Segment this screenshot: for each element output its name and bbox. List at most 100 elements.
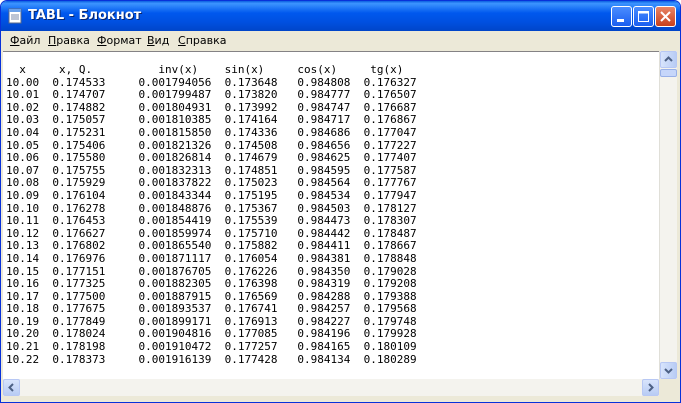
cell: 0.984227: [277, 314, 351, 328]
cell: 0.984350: [277, 264, 351, 278]
cell: 0.177151: [39, 264, 106, 278]
window-title: TABL - Блокнот: [28, 8, 142, 23]
cell: 0.174533: [39, 75, 106, 89]
cell: 0.177428: [211, 352, 278, 366]
cell: 0.001848876: [105, 201, 212, 215]
cell: 0.175057: [39, 113, 106, 127]
header-cell: cos(x): [277, 63, 351, 76]
cell: 0.984777: [277, 88, 351, 102]
scroll-left-button[interactable]: [3, 379, 20, 396]
cell: 0.984747: [277, 100, 351, 114]
cell: 0.177767: [350, 176, 417, 190]
cell: 10.18: [6, 302, 40, 316]
scroll-up-button[interactable]: [660, 51, 677, 68]
table-row: 10.22 0.178373 0.001916139 0.177428 0.98…: [6, 352, 417, 367]
cell: 0.178127: [350, 201, 417, 215]
cell: 0.176507: [350, 88, 417, 102]
cell: 0.001887915: [105, 289, 212, 303]
menu-help-label: правка: [185, 34, 227, 47]
title-bar[interactable]: TABL - Блокнот: [1, 1, 680, 31]
cell: 0.001910472: [105, 340, 212, 354]
text-content: x x, Q. inv(x) sin(x) cos(x) tg(x) 10.00…: [6, 63, 417, 367]
cell: 0.176327: [350, 75, 417, 89]
menu-view[interactable]: Вид: [147, 34, 169, 47]
cell: 0.175755: [39, 163, 106, 177]
header-cell: sin(x): [211, 63, 278, 76]
cell: 0.001794056: [105, 75, 212, 89]
horizontal-scrollbar[interactable]: [3, 379, 659, 396]
cell: 0.001876705: [105, 264, 212, 278]
menu-help-accel: С: [178, 34, 186, 47]
cell: 0.001837822: [105, 176, 212, 190]
cell: 0.984473: [277, 214, 351, 228]
size-grip[interactable]: [659, 379, 676, 396]
menu-file[interactable]: Файл: [10, 34, 40, 47]
cell: 0.176569: [211, 289, 278, 303]
cell: 0.175367: [211, 201, 278, 215]
cell: 0.001810385: [105, 113, 212, 127]
cell: 0.176453: [39, 214, 106, 228]
cell: 0.176398: [211, 277, 278, 291]
cell: 0.001799487: [105, 88, 212, 102]
cell: 0.177500: [39, 289, 106, 303]
cell: 0.175882: [211, 239, 278, 253]
menu-edit[interactable]: Правка: [48, 34, 90, 47]
cell: 0.179748: [350, 314, 417, 328]
cell: 0.984196: [277, 327, 351, 341]
cell: 10.12: [6, 226, 40, 240]
close-button[interactable]: [655, 6, 676, 27]
menu-view-accel: В: [147, 34, 155, 47]
cell: 0.173648: [211, 75, 278, 89]
menu-help[interactable]: Справка: [178, 34, 226, 47]
menu-format[interactable]: Формат: [97, 34, 142, 47]
cell: 0.178373: [39, 352, 106, 366]
cell: 0.179208: [350, 277, 417, 291]
cell: 10.22: [6, 352, 40, 366]
cell: 10.20: [6, 327, 40, 341]
header-cell: x: [6, 63, 40, 76]
cell: 0.984595: [277, 163, 351, 177]
cell: 0.001916139: [105, 352, 212, 366]
cell: 0.001871117: [105, 251, 212, 265]
cell: 0.175406: [39, 138, 106, 152]
minimize-icon: [617, 19, 624, 22]
maximize-icon: [638, 11, 649, 22]
cell: 0.176687: [350, 100, 417, 114]
cell: 0.174851: [211, 163, 278, 177]
text-area[interactable]: x x, Q. inv(x) sin(x) cos(x) tg(x) 10.00…: [3, 51, 659, 380]
maximize-button[interactable]: [633, 6, 654, 27]
cell: 0.984534: [277, 188, 351, 202]
cell: 0.001882305: [105, 277, 212, 291]
cell: 10.05: [6, 138, 40, 152]
cell: 0.177325: [39, 277, 106, 291]
cell: 0.174508: [211, 138, 278, 152]
vertical-scrollbar[interactable]: [659, 51, 677, 379]
cell: 10.07: [6, 163, 40, 177]
menu-format-label: ормат: [106, 34, 142, 47]
cell: 0.178487: [350, 226, 417, 240]
cell: 0.984134: [277, 352, 351, 366]
scroll-thumb[interactable]: [660, 69, 677, 77]
scroll-down-button[interactable]: [660, 362, 677, 379]
cell: 0.001893537: [105, 302, 212, 316]
cell: 0.176976: [39, 251, 106, 265]
header-cell: x, Q.: [39, 63, 106, 76]
cell: 10.08: [6, 176, 40, 190]
cell: 0.984625: [277, 151, 351, 165]
cell: 0.984257: [277, 302, 351, 316]
cell: 0.984686: [277, 125, 351, 139]
cell: 10.10: [6, 201, 40, 215]
cell: 0.177849: [39, 314, 106, 328]
cell: 0.179388: [350, 289, 417, 303]
cell: 10.02: [6, 100, 40, 114]
scroll-right-button[interactable]: [642, 379, 659, 396]
notepad-window: TABL - Блокнот Файл Правка Формат Вид Сп…: [0, 0, 681, 403]
cell: 0.180109: [350, 340, 417, 354]
cell: 0.173820: [211, 88, 278, 102]
cell: 0.176104: [39, 188, 106, 202]
cell: 0.177587: [350, 163, 417, 177]
cell: 0.984564: [277, 176, 351, 190]
minimize-button[interactable]: [611, 6, 632, 27]
cell: 10.19: [6, 314, 40, 328]
cell: 0.176226: [211, 264, 278, 278]
